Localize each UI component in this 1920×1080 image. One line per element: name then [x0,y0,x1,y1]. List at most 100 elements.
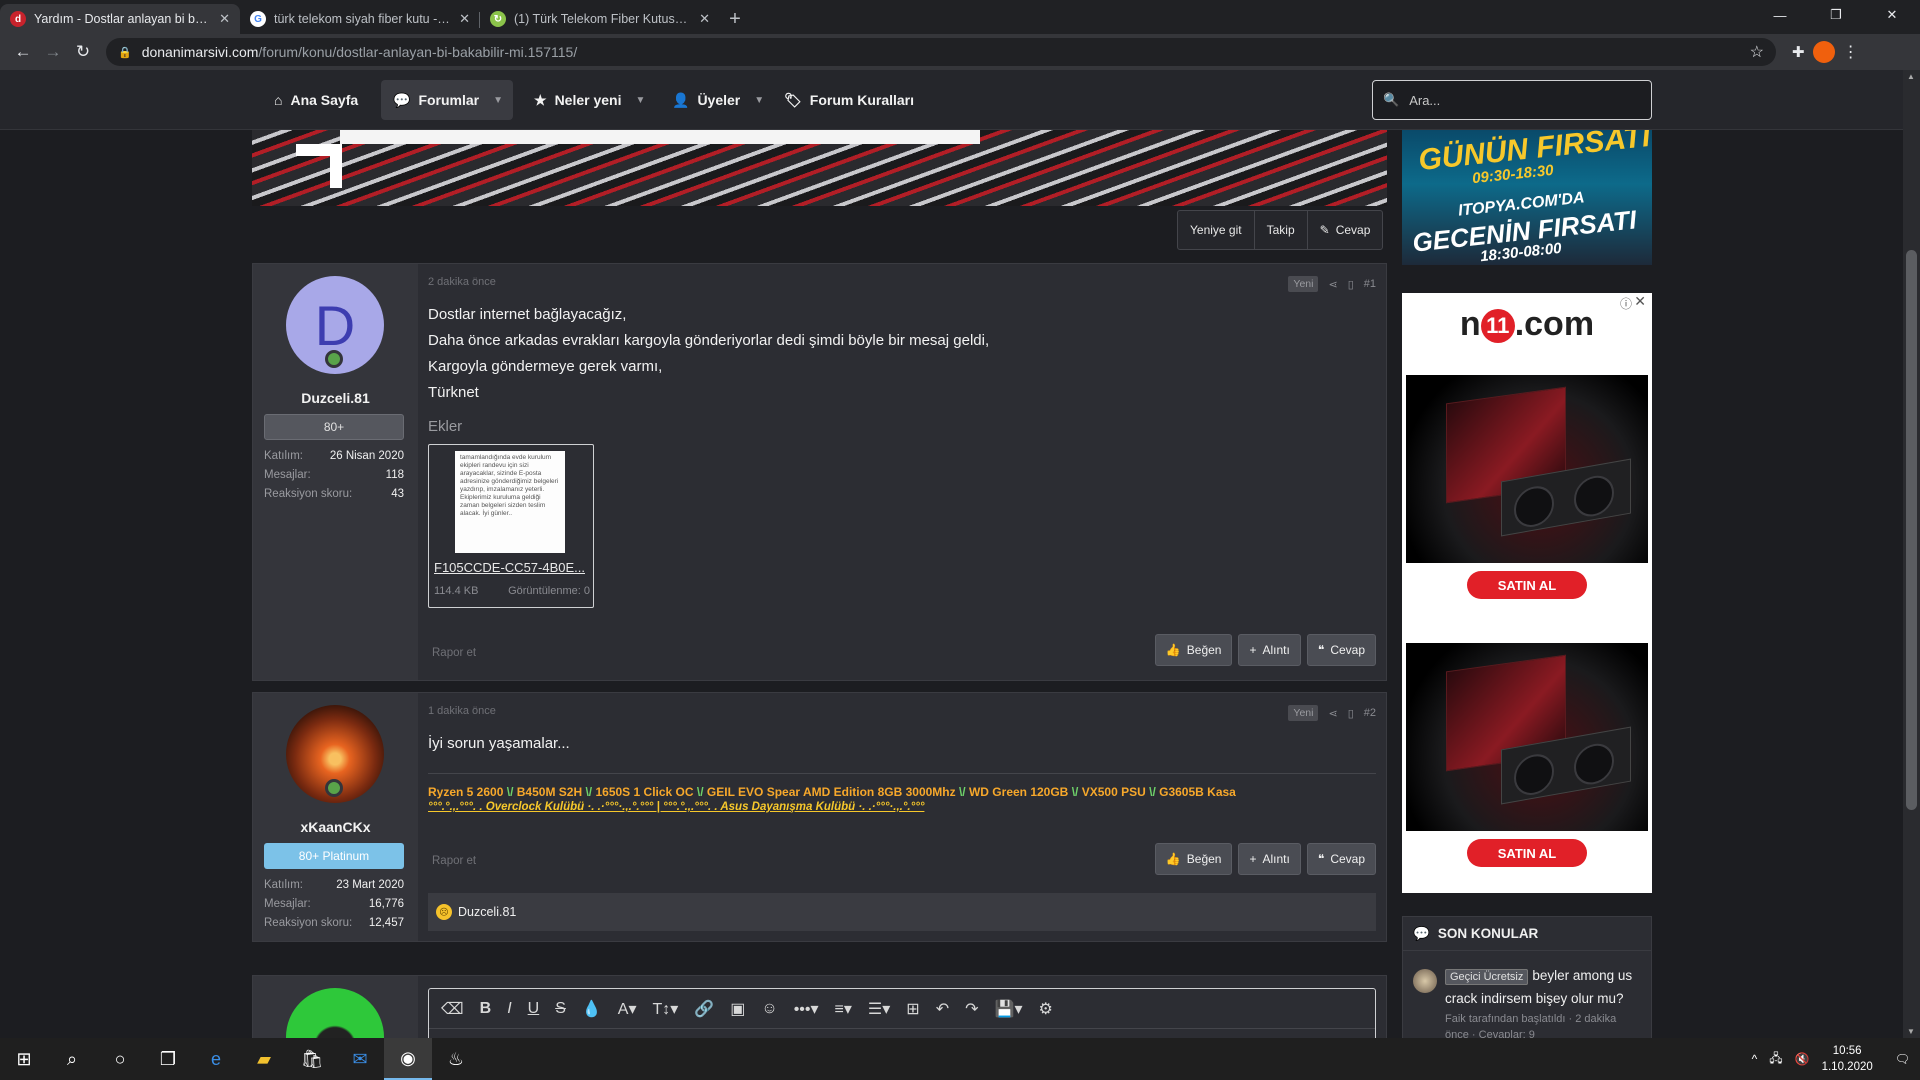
scroll-down-icon[interactable]: ▼ [1907,1027,1915,1036]
reply-button[interactable]: ❝ Cevap [1306,634,1376,666]
reload-icon[interactable]: ↻ [68,37,98,67]
back-arrow-icon[interactable]: ← [8,37,38,67]
align-icon[interactable]: ≡▾ [835,999,852,1019]
topic-prefix[interactable]: Geçici Ücretsiz [1445,969,1529,985]
scrollbar-thumb[interactable] [1906,250,1917,810]
tab-close-icon[interactable]: ✕ [699,11,710,27]
share-icon[interactable]: ⋖ [1328,278,1337,291]
avatar[interactable] [286,988,384,1038]
store-icon[interactable]: 🛍 [288,1038,336,1080]
bookmark-icon[interactable]: ▯ [1348,278,1354,291]
itopya-ad[interactable]: GÜNÜN FIRSATI 09:30-18:30 ITOPYA.COM'DA … [1402,130,1652,265]
chrome-icon[interactable]: ◉ [384,1038,432,1080]
nav-rules[interactable]: 🏷 Forum Kuralları [772,80,926,120]
reply-button[interactable]: ❝ Cevap [1306,843,1376,875]
report-link[interactable]: Rapor et [432,855,476,867]
reaction-user[interactable]: Duzceli.81 [458,905,516,919]
font-size-icon[interactable]: T↕▾ [653,999,679,1019]
search-icon[interactable]: ⌕ [48,1038,96,1080]
bookmark-star-icon[interactable]: ☆ [1750,42,1764,62]
avatar[interactable] [1413,969,1437,993]
username[interactable]: xKaanCKx [253,819,418,835]
restore-icon[interactable]: ❐ [1808,0,1864,30]
share-icon[interactable]: ⋖ [1328,707,1337,720]
reply-editor[interactable]: ⌫ B I U S 💧 A▾ T↕▾ 🔗 ▣ ☺ •••▾ ≡▾ ☰▾ ⊞ ↶ … [428,988,1376,1038]
username[interactable]: Duzceli.81 [253,390,418,406]
close-window-icon[interactable]: ✕ [1864,0,1920,30]
like-button[interactable]: 👍 Beğen [1154,843,1233,875]
more-icon[interactable]: •••▾ [794,999,819,1019]
chevron-down-icon[interactable]: ▼ [636,95,646,106]
like-button[interactable]: 👍 Beğen [1154,634,1233,666]
chevron-down-icon[interactable]: ▼ [754,95,764,106]
bookmark-icon[interactable]: ▯ [1348,707,1354,720]
network-icon[interactable]: 🖧 [1769,1049,1782,1070]
nav-home[interactable]: ⌂ Ana Sayfa [262,80,370,120]
gpu-product-image[interactable] [1406,643,1648,831]
reactions-bar[interactable]: ☹ Duzceli.81 [428,893,1376,931]
strikethrough-icon[interactable]: S [555,1000,566,1018]
post-number[interactable]: #1 [1364,278,1376,290]
table-icon[interactable]: ⊞ [906,999,919,1019]
clock[interactable]: 10:56 1.10.2020 [1822,1043,1873,1075]
nav-forums[interactable]: 💬 Forumlar ▼ [381,80,513,120]
quote-button[interactable]: + Alıntı [1238,843,1301,875]
buy-button[interactable]: SATIN AL [1467,839,1587,867]
tab-close-icon[interactable]: ✕ [219,11,230,27]
font-family-icon[interactable]: A▾ [618,999,637,1019]
extensions-puzzle-icon[interactable]: ✚ [1792,43,1805,61]
steam-icon[interactable]: ♨ [432,1038,480,1080]
bold-icon[interactable]: B [480,1000,492,1018]
nav-whats-new[interactable]: ★ Neler yeni ▼ [522,80,657,120]
file-explorer-icon[interactable]: ▰ [240,1038,288,1080]
windows-start-icon[interactable]: ⊞ [0,1038,48,1080]
cortana-icon[interactable]: ○ [96,1038,144,1080]
watch-button[interactable]: Takip [1255,211,1308,249]
forward-arrow-icon[interactable]: → [38,37,68,67]
page-scrollbar[interactable]: ▲ ▼ [1903,70,1920,1038]
post-time[interactable]: 1 dakika önce [428,705,496,717]
gear-icon[interactable]: ⚙ [1038,999,1052,1019]
address-bar[interactable]: 🔒 donanimarsivi.com/forum/konu/dostlar-a… [106,38,1776,66]
post-time[interactable]: 2 dakika önce [428,276,496,288]
minimize-icon[interactable]: — [1752,0,1808,30]
post-number[interactable]: #2 [1364,707,1376,719]
gpu-product-image[interactable] [1406,375,1648,563]
new-tab-button[interactable]: + [720,4,750,34]
smiley-icon[interactable]: ☺ [761,1000,777,1018]
task-view-icon[interactable]: ❐ [144,1038,192,1080]
profile-avatar-icon[interactable] [1812,41,1835,63]
chevron-down-icon[interactable]: ▼ [493,95,503,106]
underline-icon[interactable]: U [528,1000,540,1018]
browser-menu-icon[interactable]: ⋮ [1843,42,1859,62]
save-draft-icon[interactable]: 💾▾ [995,999,1023,1019]
undo-icon[interactable]: ↶ [936,999,949,1019]
image-icon[interactable]: ▣ [730,999,745,1019]
go-to-unread-button[interactable]: Yeniye git [1178,211,1255,249]
notifications-icon[interactable]: 🗨 [1895,1052,1910,1066]
nav-members[interactable]: 👤 Üyeler ▼ [660,80,776,120]
link-icon[interactable]: 🔗 [694,999,714,1019]
browser-tab-1[interactable]: d Yardım - Dostlar anlayan bi bakabilir … [0,4,240,34]
browser-tab-2[interactable]: G türk telekom siyah fiber kutu - Google… [240,4,480,34]
signature-club-links[interactable]: °°°.°.,.°°°. . Overclock Kulübü ·. .·°°°… [428,801,924,813]
attachment-card[interactable]: tamamlandığında evde kurulum ekipleri ra… [428,444,594,608]
eraser-icon[interactable]: ⌫ [441,999,464,1019]
color-drop-icon[interactable]: 💧 [582,999,602,1019]
mail-icon[interactable]: ✉ [336,1038,384,1080]
attachment-thumbnail[interactable]: tamamlandığında evde kurulum ekipleri ra… [455,451,565,553]
amd-banner-ad[interactable] [252,130,1387,206]
tab-close-icon[interactable]: ✕ [459,11,470,27]
n11-ad[interactable]: ⓘ ✕ n 11 .com SATIN AL SATIN AL [1402,293,1652,893]
volume-muted-icon[interactable]: 🔇 [1795,1052,1810,1066]
edge-icon[interactable]: e [192,1038,240,1080]
tray-chevron-up-icon[interactable]: ^ [1752,1052,1758,1066]
quote-button[interactable]: + Alıntı [1238,634,1301,666]
italic-icon[interactable]: I [507,1000,511,1018]
redo-icon[interactable]: ↷ [965,999,978,1019]
scroll-up-icon[interactable]: ▲ [1907,72,1915,81]
report-link[interactable]: Rapor et [432,647,476,659]
thread-reply-button[interactable]: ✎ Cevap [1308,211,1383,249]
buy-button[interactable]: SATIN AL [1467,571,1587,599]
browser-tab-3[interactable]: ↻ (1) Türk Telekom Fiber Kutusu Talep ✕ [480,4,720,34]
